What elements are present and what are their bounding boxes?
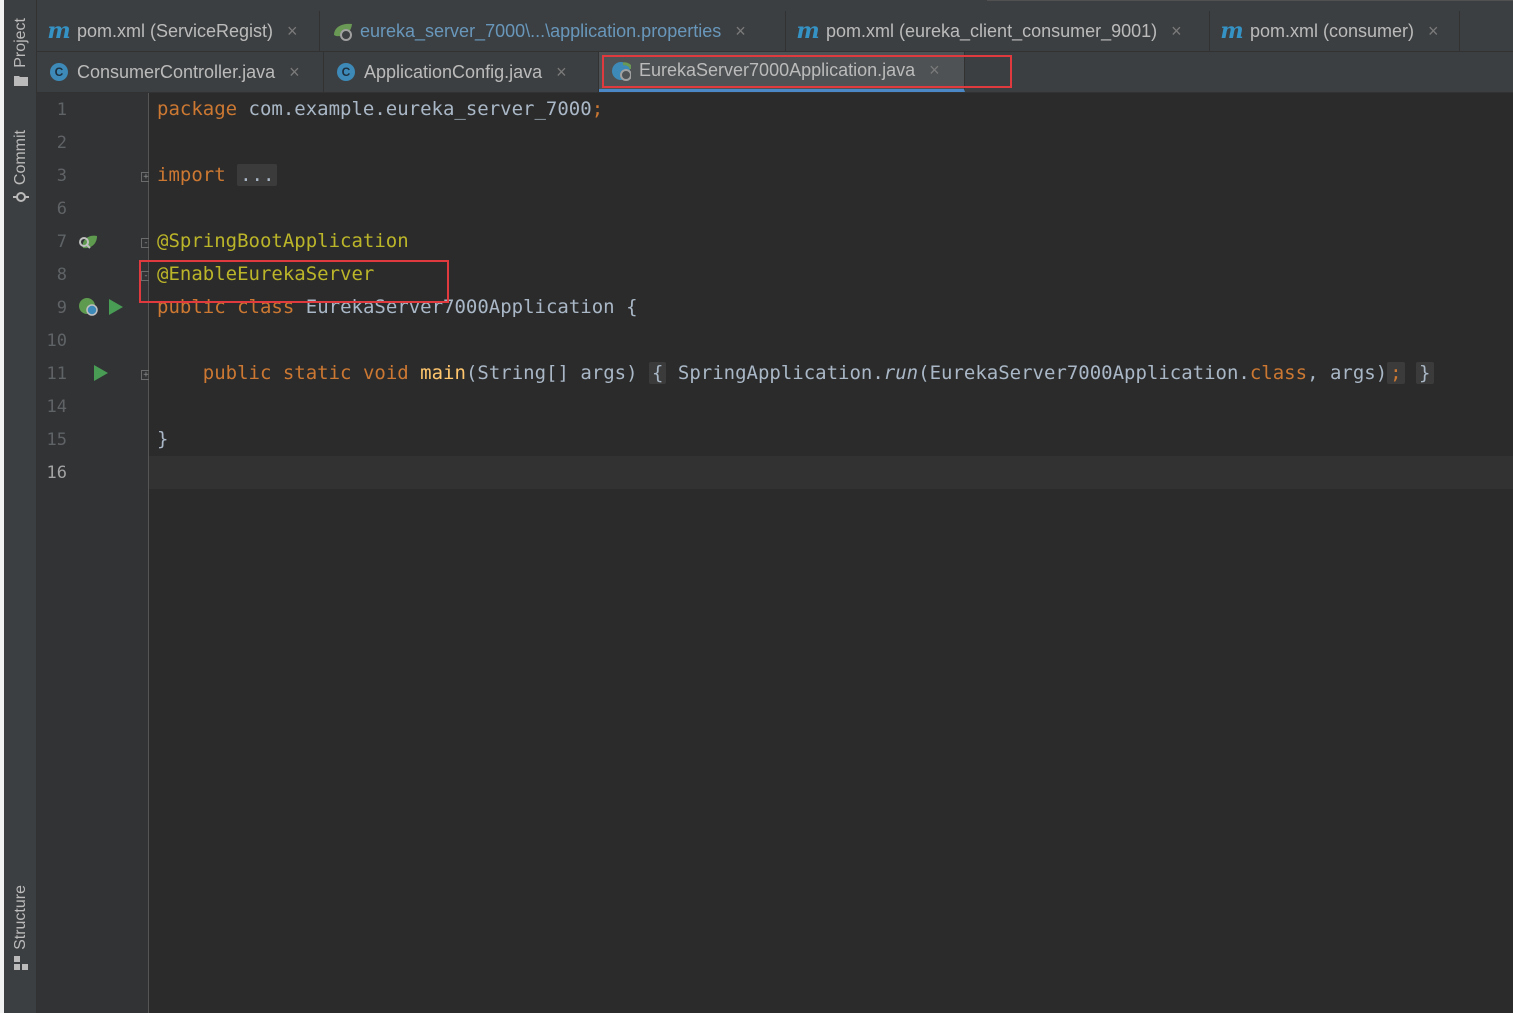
code-line-1: package com.example.eureka_server_7000; — [157, 98, 604, 120]
code-line-8: @EnableEurekaServer — [157, 263, 375, 285]
run-icon[interactable] — [94, 365, 108, 386]
folder-icon — [14, 74, 28, 89]
line-number: 15 — [46, 430, 67, 450]
line-number: 3 — [56, 166, 67, 186]
close-icon[interactable]: × — [1428, 21, 1439, 42]
close-icon[interactable]: × — [287, 21, 298, 42]
editor-tab-row-1: m pom.xml (ServiceRegist) × eureka_serve… — [37, 11, 1513, 52]
structure-tool-label: Structure — [12, 885, 29, 950]
code-line-3: import ... — [157, 164, 278, 186]
line-number: 10 — [46, 331, 67, 351]
close-icon[interactable]: × — [556, 62, 567, 83]
folded-imports[interactable]: ... — [237, 164, 278, 186]
spring-properties-icon — [332, 21, 352, 41]
tab-label: ConsumerController.java — [77, 61, 276, 82]
close-icon[interactable]: × — [289, 62, 300, 83]
project-tool-label: Project — [12, 18, 29, 68]
commit-icon — [13, 191, 29, 206]
run-icon[interactable] — [109, 299, 123, 320]
code-line-11: public static void main(String[] args) {… — [157, 362, 1434, 384]
tab-application-config[interactable]: C ApplicationConfig.java × — [324, 52, 599, 92]
line-number: 6 — [56, 199, 67, 219]
close-icon[interactable]: × — [735, 21, 746, 42]
line-number: 8 — [56, 265, 67, 285]
tab-pom-serviceregist[interactable]: m pom.xml (ServiceRegist) × — [37, 11, 320, 51]
code-line-7: @SpringBootApplication — [157, 230, 409, 252]
project-tool-button[interactable]: Project — [8, 18, 34, 89]
line-number: 2 — [56, 133, 67, 153]
structure-icon — [14, 955, 28, 973]
spring-class-icon — [611, 61, 631, 81]
editor-tab-row-2: C ConsumerController.java × C Applicatio… — [37, 52, 1513, 93]
code-line-15: } — [157, 428, 169, 450]
spring-bean-icon[interactable] — [77, 296, 101, 323]
editor-gutter: 1 2 3 6 7 8 9 10 11 14 15 16 + - - + — [37, 93, 151, 1013]
close-icon[interactable]: × — [1171, 21, 1182, 42]
maven-icon: m — [47, 18, 71, 44]
window-edge — [0, 0, 4, 1013]
commit-tool-label: Commit — [12, 130, 29, 186]
tab-label: pom.xml (eureka_client_consumer_9001) — [826, 20, 1158, 41]
java-class-icon: C — [336, 62, 356, 82]
structure-tool-button[interactable]: Structure — [8, 885, 34, 973]
tab-pom-consumer[interactable]: m pom.xml (consumer) × — [1210, 11, 1460, 51]
tab-consumer-controller[interactable]: C ConsumerController.java × — [37, 52, 324, 92]
commit-tool-button[interactable]: Commit — [8, 130, 34, 206]
tab-label: eureka_server_7000\...\application.prope… — [360, 20, 722, 41]
line-number: 14 — [46, 397, 67, 417]
maven-icon: m — [1220, 18, 1244, 44]
tab-application-properties[interactable]: eureka_server_7000\...\application.prope… — [320, 11, 786, 51]
maven-icon: m — [796, 18, 820, 44]
top-bar-remnant — [37, 0, 1513, 11]
tab-label: pom.xml (ServiceRegist) — [77, 20, 274, 41]
line-number: 9 — [56, 298, 67, 318]
java-class-icon: C — [49, 62, 69, 82]
spring-bean-icon[interactable] — [77, 232, 99, 257]
tab-eureka-server-application[interactable]: EurekaServer7000Application.java × — [599, 52, 965, 92]
left-tool-strip: Project Commit Structure — [0, 0, 37, 1013]
line-number-current: 16 — [46, 463, 67, 483]
line-number: 1 — [56, 100, 67, 120]
current-line-highlight — [149, 456, 1513, 489]
line-number: 11 — [46, 364, 67, 384]
line-number: 7 — [56, 232, 67, 252]
tab-label: ApplicationConfig.java — [364, 61, 543, 82]
tab-pom-eureka-client-consumer[interactable]: m pom.xml (eureka_client_consumer_9001) … — [786, 11, 1210, 51]
code-line-9: public class EurekaServer7000Application… — [157, 296, 638, 318]
code-editor[interactable]: package com.example.eureka_server_7000; … — [149, 93, 1513, 1013]
tab-label: pom.xml (consumer) — [1250, 20, 1415, 41]
tab-label: EurekaServer7000Application.java — [639, 60, 916, 80]
close-icon[interactable]: × — [929, 60, 940, 81]
